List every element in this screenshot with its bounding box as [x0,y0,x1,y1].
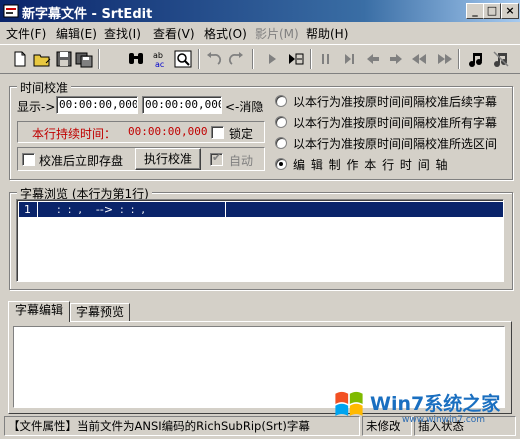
menu-edit[interactable]: 编辑(E) [56,25,97,42]
option-label-2[interactable]: 以本行为准按原时间间隔校准所有字幕 [293,114,497,131]
prev-icon[interactable] [363,49,383,69]
menu-file[interactable]: 文件(F) [6,25,46,42]
rewind-icon[interactable] [410,49,430,69]
auto-checkbox[interactable]: ✔ [210,151,223,166]
next-icon[interactable] [386,49,406,69]
window-title: 新字幕文件 - SrtEdit [22,7,153,22]
pause-icon[interactable] [316,49,336,69]
cancel-label: <-消隐 [225,100,264,114]
undo-icon[interactable] [204,49,224,69]
play-icon[interactable] [262,49,282,69]
app-icon [3,3,19,19]
menu-bar: 文件(F) 编辑(E) 查找(I) 查看(V) 格式(O) 影片(M) 帮助(H… [0,22,520,42]
row-text: : : , --> : : , [57,203,145,216]
option-label-4[interactable]: 编 辑 制 作 本 行 时 间 轴 [293,156,448,173]
auto-label: 自动 [229,154,254,168]
option-label-3[interactable]: 以本行为准按原时间间隔校准所选区间 [293,135,497,152]
table-row[interactable]: 1 : : , --> : : , [19,202,503,217]
execute-button[interactable]: 执行校准 [135,148,201,170]
option-radio-1[interactable] [275,95,287,107]
tab-panel [8,321,512,414]
option-label-1[interactable]: 以本行为准按原时间间隔校准后续字幕 [293,93,497,110]
find-icon[interactable] [126,49,146,69]
new-file-icon[interactable] [10,49,30,69]
save-as-icon[interactable] [74,49,94,69]
lock-checkbox[interactable] [211,126,224,139]
toolbar-separator [310,49,312,69]
title-bar[interactable]: 新字幕文件 - SrtEdit _ □ × [0,0,520,22]
row-number: 1 [24,203,31,216]
zoom-icon[interactable] [173,49,193,69]
option-radio-2[interactable] [275,116,287,128]
status-modified: 未修改 [362,416,412,436]
toolbar-separator [458,49,460,69]
tab-subtitle-edit[interactable]: 字幕编辑 [8,301,70,322]
autosave-label: 校准后立即存盘 [39,154,124,168]
column-divider [225,202,226,217]
timing-group-label: 时间校准 [17,79,72,96]
option-radio-4[interactable] [275,158,287,170]
end-time-input[interactable]: 00:00:00,000 [142,96,222,114]
music-note-icon[interactable] [466,49,486,69]
autosave-checkbox[interactable] [22,153,35,166]
toolbar-separator [198,49,200,69]
menu-find[interactable]: 查找(I) [104,25,141,42]
play-to-icon[interactable] [286,49,306,69]
menu-help[interactable]: 帮助(H) [306,25,348,42]
forward-icon[interactable] [434,49,454,69]
minimize-button[interactable]: _ [466,3,484,19]
maximize-button[interactable]: □ [483,3,501,19]
subtitle-edit-textarea[interactable] [13,326,505,408]
menu-format[interactable]: 格式(O) [204,25,247,42]
duration-value: 00:00:00,000 [128,125,208,138]
open-folder-icon[interactable] [32,49,52,69]
svg-text:ab: ab [153,51,163,60]
close-button[interactable]: × [501,3,519,19]
music-note-alt-icon[interactable] [491,49,511,69]
start-time-input[interactable]: 00:00:00,000 [56,96,138,114]
menu-movie[interactable]: 影片(M) [255,25,299,42]
redo-icon[interactable] [226,49,246,69]
subtitle-list[interactable]: 1 : : , --> : : , [16,199,504,282]
svg-text:ac: ac [155,60,164,69]
radio-selected-dot [279,162,283,166]
status-mode: 插入状态 [414,416,516,436]
toolbar-separator [252,49,254,69]
tab-subtitle-preview[interactable]: 字幕预览 [70,303,130,321]
status-file-info: 【文件属性】当前文件为ANSI编码的RichSubRip(Srt)字幕 [4,416,360,436]
toolbar-separator [98,49,100,69]
toolbar: ab ac [0,44,520,74]
option-radio-3[interactable] [275,137,287,149]
menu-view[interactable]: 查看(V) [153,25,195,42]
check-mark-icon: ✔ [212,151,222,164]
step-end-icon[interactable] [340,49,360,69]
column-divider [37,202,38,217]
display-label: 显示-> [17,100,56,114]
replace-icon[interactable]: ab ac [150,49,170,69]
lock-label: 锁定 [229,127,254,141]
duration-label: 本行持续时间： [32,127,117,141]
save-icon[interactable] [54,49,74,69]
